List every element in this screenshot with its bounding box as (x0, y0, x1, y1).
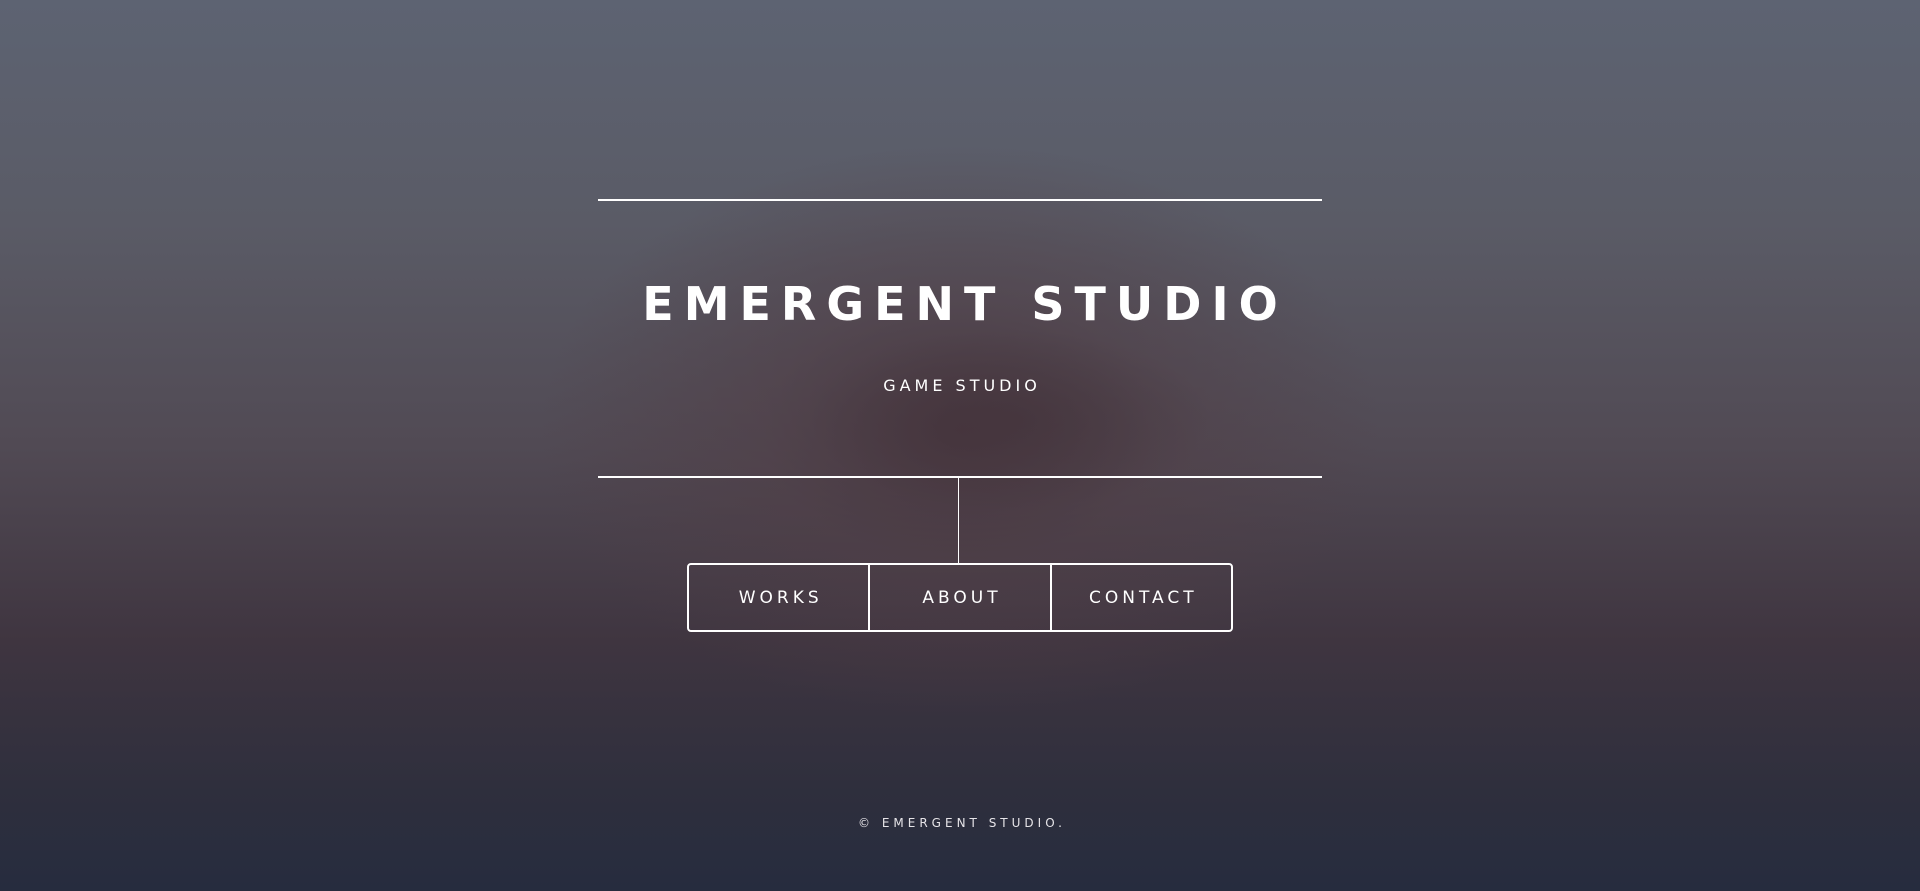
main-nav: WORKS ABOUT CONTACT (687, 563, 1233, 632)
site-title: EMERGENT STUDIO (642, 277, 1288, 331)
header-nav-connector-line (958, 478, 959, 564)
footer-copyright: © EMERGENT STUDIO. (858, 816, 1066, 830)
site-subtitle: GAME STUDIO (883, 376, 1041, 395)
nav-item-works[interactable]: WORKS (689, 565, 868, 630)
nav-item-about[interactable]: ABOUT (868, 565, 1049, 630)
site-header: EMERGENT STUDIO GAME STUDIO (598, 199, 1322, 478)
nav-item-contact[interactable]: CONTACT (1049, 565, 1231, 630)
